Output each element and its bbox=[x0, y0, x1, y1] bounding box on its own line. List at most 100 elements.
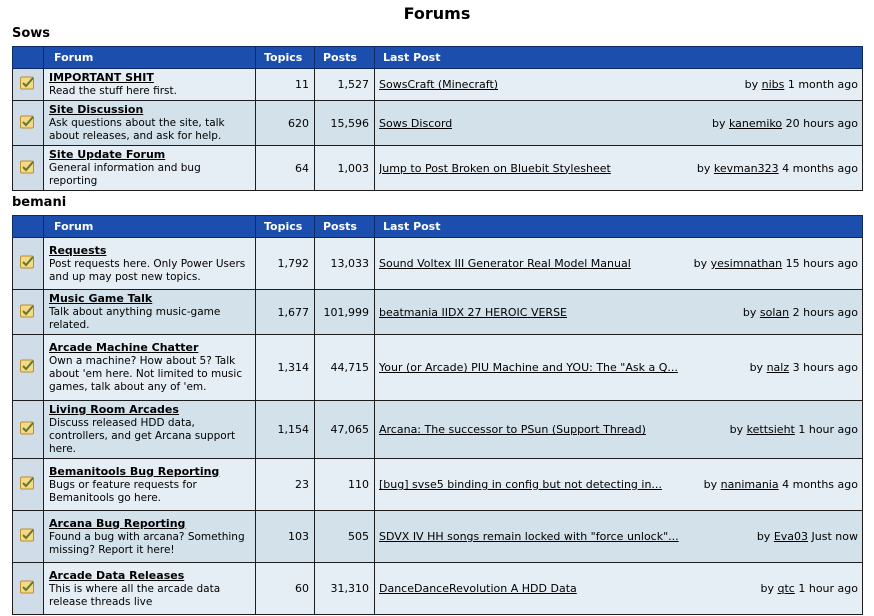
forum-read-icon bbox=[20, 115, 36, 129]
forum-topics-count: 1,314 bbox=[255, 334, 315, 401]
forum-name-link[interactable]: Bemanitools Bug Reporting bbox=[49, 465, 250, 479]
by-label: by bbox=[696, 161, 711, 175]
last-post-user-link[interactable]: kevman323 bbox=[714, 162, 779, 175]
forum-name-link[interactable]: Living Room Arcades bbox=[49, 403, 250, 417]
last-post-user-link[interactable]: Eva03 bbox=[774, 530, 808, 543]
by-label: by bbox=[744, 78, 759, 91]
forum-description: Talk about anything music-game related. bbox=[49, 306, 221, 331]
header-topics: Topics bbox=[255, 46, 315, 69]
page-title: Forums bbox=[403, 4, 471, 23]
forum-read-icon bbox=[20, 580, 36, 594]
forum-name-link[interactable]: Music Game Talk bbox=[49, 292, 250, 306]
last-post-link[interactable]: Jump to Post Broken on Bluebit Styleshee… bbox=[379, 162, 611, 175]
category-title: bemani bbox=[12, 195, 67, 210]
forum-topics-count: 1,154 bbox=[255, 400, 315, 459]
forum-posts-count: 13,033 bbox=[314, 237, 375, 290]
forum-posts-count: 31,310 bbox=[314, 562, 375, 615]
forum-status-cell bbox=[12, 334, 44, 401]
by-label: by bbox=[729, 423, 744, 436]
forum-posts-count: 101,999 bbox=[314, 289, 375, 335]
forum-read-icon bbox=[20, 421, 36, 435]
forum-status-cell bbox=[12, 68, 44, 101]
last-post-wrap: SDVX IV HH songs remain locked with "for… bbox=[379, 530, 858, 543]
forum-name-link[interactable]: Site Update Forum bbox=[49, 148, 250, 162]
forum-info-cell: Arcade Data Releases This is where all th… bbox=[43, 562, 256, 615]
last-post-user-link[interactable]: solan bbox=[760, 306, 789, 319]
forum-description: Discuss released HDD data, controllers, … bbox=[49, 417, 236, 455]
forum-row: Requests Post requests here. Only Power U… bbox=[12, 237, 863, 290]
by-label: by bbox=[742, 305, 757, 319]
forum-status-cell bbox=[12, 100, 44, 146]
forum-posts-count: 110 bbox=[314, 458, 375, 511]
forum-posts-count: 15,596 bbox=[314, 100, 375, 146]
last-post-cell: SowsCraft (Minecraft) by nibs 1 month ago bbox=[374, 68, 863, 101]
forum-name-link[interactable]: Arcade Machine Chatter bbox=[49, 341, 250, 355]
header-icon-col bbox=[12, 46, 44, 69]
last-post-time: 1 hour ago bbox=[798, 582, 858, 595]
last-post-user-link[interactable]: kanemiko bbox=[729, 117, 782, 130]
last-post-time: 2 hours ago bbox=[792, 305, 858, 319]
header-last-post: Last Post bbox=[374, 215, 863, 238]
last-post-cell: DanceDanceRevolution A HDD Data by qtc 1 … bbox=[374, 562, 863, 615]
forum-topics-count: 11 bbox=[255, 68, 315, 101]
last-post-meta: by solan 2 hours ago bbox=[743, 306, 858, 319]
last-post-time: 1 hour ago bbox=[798, 423, 858, 436]
forum-status-cell bbox=[12, 458, 44, 511]
last-post-link[interactable]: DanceDanceRevolution A HDD Data bbox=[379, 582, 577, 595]
last-post-user-link[interactable]: nalz bbox=[767, 361, 790, 374]
forum-row: Music Game Talk Talk about anything music… bbox=[12, 289, 863, 335]
by-label: by bbox=[711, 116, 726, 130]
last-post-wrap: beatmania IIDX 27 HEROIC VERSE by solan 2… bbox=[379, 306, 858, 319]
last-post-time: 4 months ago bbox=[782, 478, 858, 491]
last-post-link[interactable]: Sound Voltex III Generator Real Model Ma… bbox=[379, 257, 631, 270]
forum-name-link[interactable]: Requests bbox=[49, 244, 250, 258]
forum-description: Read the stuff here first. bbox=[49, 85, 177, 97]
header-forum: Forum bbox=[43, 215, 256, 238]
forum-row: Site Discussion Ask questions about the s… bbox=[12, 100, 863, 146]
last-post-meta: by yesimnathan 15 hours ago bbox=[694, 257, 858, 270]
by-label: by bbox=[749, 361, 764, 374]
table-header-row: Forum Topics Posts Last Post bbox=[12, 215, 863, 238]
forum-row: Arcana Bug Reporting Found a bug with arc… bbox=[12, 510, 863, 563]
last-post-wrap: [bug] svse5 binding in config but not de… bbox=[379, 478, 858, 491]
forum-name-link[interactable]: Site Discussion bbox=[49, 103, 250, 117]
forum-row: Arcade Machine Chatter Own a machine? How… bbox=[12, 334, 863, 401]
forum-table: Forum Topics Posts Last Post Requests Post re… bbox=[12, 215, 863, 615]
forum-posts-count: 505 bbox=[314, 510, 375, 563]
forum-description: Post requests here. Only Power Users and… bbox=[49, 257, 246, 283]
forum-status-cell bbox=[12, 400, 44, 459]
forum-description: Ask questions about the site, talk about… bbox=[49, 117, 225, 142]
forum-description: Own a machine? How about 5? Talk about '… bbox=[49, 355, 243, 393]
last-post-cell: Sound Voltex III Generator Real Model Ma… bbox=[374, 237, 863, 290]
last-post-link[interactable]: Your (or Arcade) PIU Machine and YOU: Th… bbox=[379, 361, 678, 374]
forum-topics-count: 103 bbox=[255, 510, 315, 563]
last-post-cell: Your (or Arcade) PIU Machine and YOU: Th… bbox=[374, 334, 863, 401]
forum-name-link[interactable]: Arcade Data Releases bbox=[49, 569, 250, 583]
last-post-link[interactable]: SDVX IV HH songs remain locked with "for… bbox=[379, 530, 679, 543]
last-post-cell: Sows Discord by kanemiko 20 hours ago bbox=[374, 100, 863, 146]
last-post-meta: by kanemiko 20 hours ago bbox=[712, 117, 858, 130]
forum-info-cell: IMPORTANT SHIT Read the stuff here first. bbox=[43, 68, 256, 101]
last-post-wrap: Your (or Arcade) PIU Machine and YOU: Th… bbox=[379, 361, 858, 374]
last-post-wrap: SowsCraft (Minecraft) by nibs 1 month ago bbox=[379, 78, 858, 91]
header-topics: Topics bbox=[255, 215, 315, 238]
forum-read-icon bbox=[20, 160, 36, 174]
last-post-user-link[interactable]: yesimnathan bbox=[711, 257, 783, 270]
last-post-user-link[interactable]: nibs bbox=[762, 78, 785, 91]
last-post-link[interactable]: Sows Discord bbox=[379, 117, 452, 130]
last-post-link[interactable]: SowsCraft (Minecraft) bbox=[379, 78, 498, 91]
last-post-link[interactable]: Arcana: The successor to PSun (Support T… bbox=[379, 423, 646, 436]
forum-info-cell: Living Room Arcades Discuss released HDD … bbox=[43, 400, 256, 459]
forum-status-cell bbox=[12, 145, 44, 191]
last-post-link[interactable]: [bug] svse5 binding in config but not de… bbox=[379, 478, 662, 491]
last-post-user-link[interactable]: qtc bbox=[778, 582, 795, 595]
forum-description: This is where all the arcade data releas… bbox=[49, 582, 221, 608]
last-post-user-link[interactable]: nanimania bbox=[721, 478, 779, 491]
forum-name-link[interactable]: IMPORTANT SHIT bbox=[49, 71, 250, 85]
forum-name-link[interactable]: Arcana Bug Reporting bbox=[49, 517, 250, 531]
last-post-time: 1 month ago bbox=[787, 78, 858, 91]
forum-description: General information and bug reporting bbox=[49, 162, 201, 187]
last-post-user-link[interactable]: kettsieht bbox=[747, 423, 795, 436]
forum-row: Living Room Arcades Discuss released HDD … bbox=[12, 400, 863, 459]
last-post-link[interactable]: beatmania IIDX 27 HEROIC VERSE bbox=[379, 306, 567, 319]
